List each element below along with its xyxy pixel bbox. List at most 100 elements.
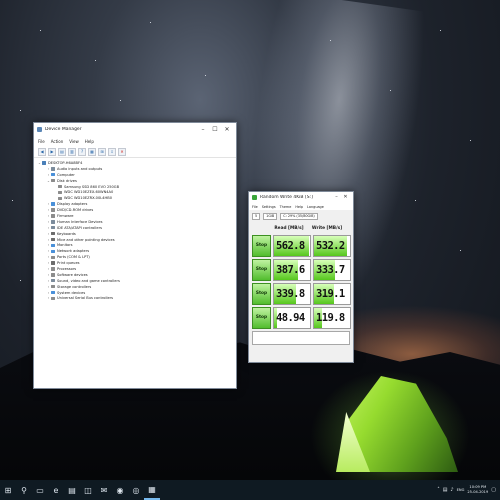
network-icon[interactable]: ▤ [443,487,448,493]
device-tree[interactable]: ⌄ DESKTOP-H6A8BF4 › Audio inputs and output… [34,158,236,303]
device-manager-titlebar[interactable]: Device Manager – ☐ ✕ [34,123,236,136]
device-icon [51,226,55,230]
results-header: Read [MB/s] Write [MB/s] [249,222,353,234]
uninstall-device-icon[interactable]: ✕ [118,147,126,156]
read-header: Read [MB/s] [274,225,304,231]
mail-icon[interactable]: ✉ [96,480,112,500]
test-settings: 5 1GiB C: 29% (35/80GiB) [249,210,353,222]
tree-item-label: System devices [57,290,86,295]
result-row: Stop 562.8 532.2 [249,234,353,257]
cdm-window-title: Random Write 4KiB [S:] [260,195,313,200]
tree-item-label: Print queues [57,261,80,266]
results-table: Stop 562.8 532.2 Stop 387.6 333.7 Stop 339.8 319… [249,234,353,329]
menu-file[interactable]: File [252,205,258,209]
stop-button[interactable]: Stop [252,282,271,305]
update-driver-icon[interactable]: ▥ [68,147,76,156]
tree-item-label: Software devices [57,272,88,277]
crystaldiskmark-window[interactable]: Random Write 4KiB [S:] – ✕ File Settings… [248,191,354,363]
help-icon[interactable]: ? [78,147,86,156]
tree-item-label: Audio inputs and outputs [57,166,103,171]
write-value: 333.7 [316,263,345,276]
properties-icon[interactable]: ▤ [58,147,66,156]
write-result: 319.1 [313,282,351,305]
menu-action[interactable]: Action [51,139,64,144]
volume-icon[interactable]: ♪ [450,487,453,493]
device-icon [51,261,55,265]
window-title: Device Manager [45,127,82,132]
maximize-icon[interactable]: ☐ [209,123,221,136]
cdm-menu-bar: File Settings Theme Help Language [249,203,353,210]
taskbar-apps: ⊞ ⚲ ▭ e ▤ ◫ ✉ ◉ ◎ ▦ [0,480,160,500]
file-explorer-icon[interactable]: ▤ [64,480,80,500]
tree-item-label: Samsung SSD 860 EVO 250GB [64,184,120,189]
menu-settings[interactable]: Settings [262,205,276,209]
scan-hardware-icon[interactable]: ▦ [88,147,96,156]
search-icon[interactable]: ⚲ [16,480,32,500]
tree-item-label: Ports (COM & LPT) [57,255,90,260]
tree-item-label: WDC WD10EZEX-60WN4A0 [64,190,114,195]
minimize-icon[interactable]: – [197,123,209,136]
device-icon [51,243,55,248]
tree-item-label: Display adapters [57,202,88,207]
tree-item-label: DVD/CD-ROM drives [57,208,94,213]
write-result: 119.8 [313,306,351,329]
menu-help[interactable]: Help [295,205,303,209]
device-icon [51,284,55,289]
tree-item-label: IDE ATA/ATAPI controllers [57,225,102,230]
task-view-icon[interactable]: ▭ [32,480,48,500]
device-icon [51,220,55,224]
windows-logo-icon[interactable]: ⊞ [0,480,16,500]
device-icon [51,267,55,271]
tree-item-label: Universal Serial Bus controllers [57,296,114,301]
device-icon [51,249,55,253]
device-icon [58,190,62,195]
tree-item-label: Keyboards [57,231,76,236]
system-tray: ˄ ▤ ♪ ENG 10:09 PM 25-04-2019 ▢ [437,485,500,495]
result-row: Stop 387.6 333.7 [249,258,353,281]
count-select[interactable]: 5 [252,212,261,220]
write-value: 119.8 [316,311,345,324]
add-hardware-icon[interactable]: ⊞ [98,147,106,156]
close-icon[interactable]: ✕ [341,192,350,203]
crystaldiskmark-titlebar[interactable]: Random Write 4KiB [S:] – ✕ [249,192,353,203]
edge-icon[interactable]: e [48,480,64,500]
menu-help[interactable]: Help [85,139,94,144]
read-value: 48.94 [276,311,305,324]
tree-item-label: Computer [57,172,75,177]
menu-file[interactable]: File [38,139,45,144]
clock[interactable]: 10:09 PM 25-04-2019 [467,485,488,495]
device-icon [51,273,55,277]
crystaldiskmark-icon[interactable]: ▦ [144,480,160,500]
size-select[interactable]: 1GiB [263,212,278,220]
read-result: 48.94 [273,306,311,329]
device-icon [51,208,55,212]
stop-button[interactable]: Stop [252,258,271,281]
stop-button[interactable]: Stop [252,306,271,329]
write-value: 319.1 [316,287,345,300]
chrome-icon[interactable]: ◉ [112,480,128,500]
back-icon[interactable]: ◀ [38,147,46,156]
language-indicator[interactable]: ENG [457,488,465,492]
menu-view[interactable]: View [69,139,79,144]
obs-icon[interactable]: ◎ [128,480,144,500]
menu-theme[interactable]: Theme [280,205,292,209]
comment-field[interactable] [252,331,350,345]
notifications-icon[interactable]: ▢ [491,487,496,493]
enable-device-icon[interactable]: ⇩ [108,147,116,156]
stop-button[interactable]: Stop [252,234,271,257]
device-icon [42,161,46,165]
chevron-up-icon[interactable]: ˄ [437,487,440,493]
forward-icon[interactable]: ▶ [48,147,56,156]
store-icon[interactable]: ◫ [80,480,96,500]
tree-item-label: Sound, video and game controllers [57,278,120,283]
crystaldiskmark-icon [252,195,257,200]
tree-item-label: Monitors [57,243,73,248]
device-icon [51,178,55,183]
drive-select[interactable]: C: 29% (35/80GiB) [280,212,318,220]
menu-language[interactable]: Language [307,205,324,209]
menu-bar: File Action View Help [34,136,236,146]
minimize-icon[interactable]: – [332,192,341,203]
close-icon[interactable]: ✕ [221,123,233,136]
tree-item[interactable]: › Universal Serial Bus controllers [37,295,233,301]
device-manager-window[interactable]: Device Manager – ☐ ✕ File Action View He… [33,122,237,389]
